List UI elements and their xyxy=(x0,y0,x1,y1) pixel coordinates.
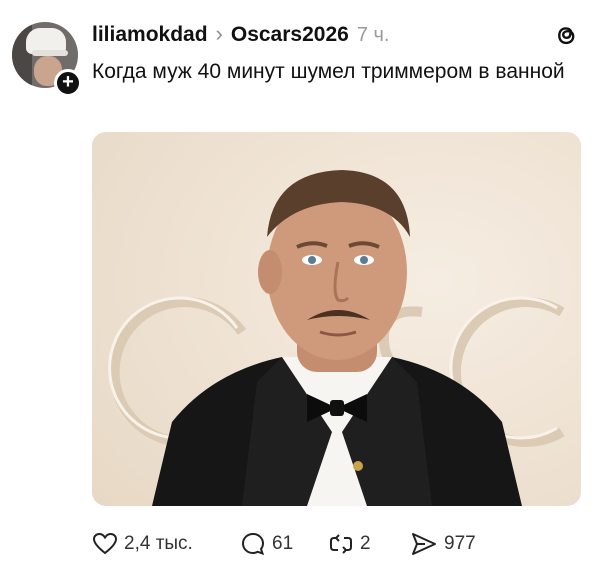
like-count: 2,4 тыс. xyxy=(124,533,193,554)
threads-logo-icon[interactable] xyxy=(553,21,579,49)
repost-count: 2 xyxy=(360,533,371,554)
share-count: 977 xyxy=(444,533,476,554)
heart-icon xyxy=(92,532,118,555)
repost-button[interactable]: 2 xyxy=(328,531,410,557)
post-header: liliamokdad › Oscars2026 7 ч. xyxy=(92,22,389,48)
comment-icon xyxy=(241,532,265,556)
post-time: 7 ч. xyxy=(356,23,390,46)
post-actions: 2,4 тыс. 61 2 977 xyxy=(92,529,500,559)
share-button[interactable]: 977 xyxy=(410,531,500,557)
username-link[interactable]: liliamokdad xyxy=(92,23,208,47)
post-text: Когда муж 40 минут шумел триммером в ван… xyxy=(92,60,565,83)
topic-link[interactable]: Oscars2026 xyxy=(231,23,349,47)
chevron-right-icon: › xyxy=(215,20,223,46)
repost-icon xyxy=(330,534,352,554)
post-photo[interactable] xyxy=(92,132,581,506)
comment-count: 61 xyxy=(272,533,294,554)
like-button[interactable]: 2,4 тыс. xyxy=(92,532,240,556)
photo-illustration xyxy=(92,132,581,506)
send-icon xyxy=(412,533,436,555)
comment-button[interactable]: 61 xyxy=(240,531,328,557)
follow-plus-icon[interactable]: + xyxy=(54,69,82,97)
